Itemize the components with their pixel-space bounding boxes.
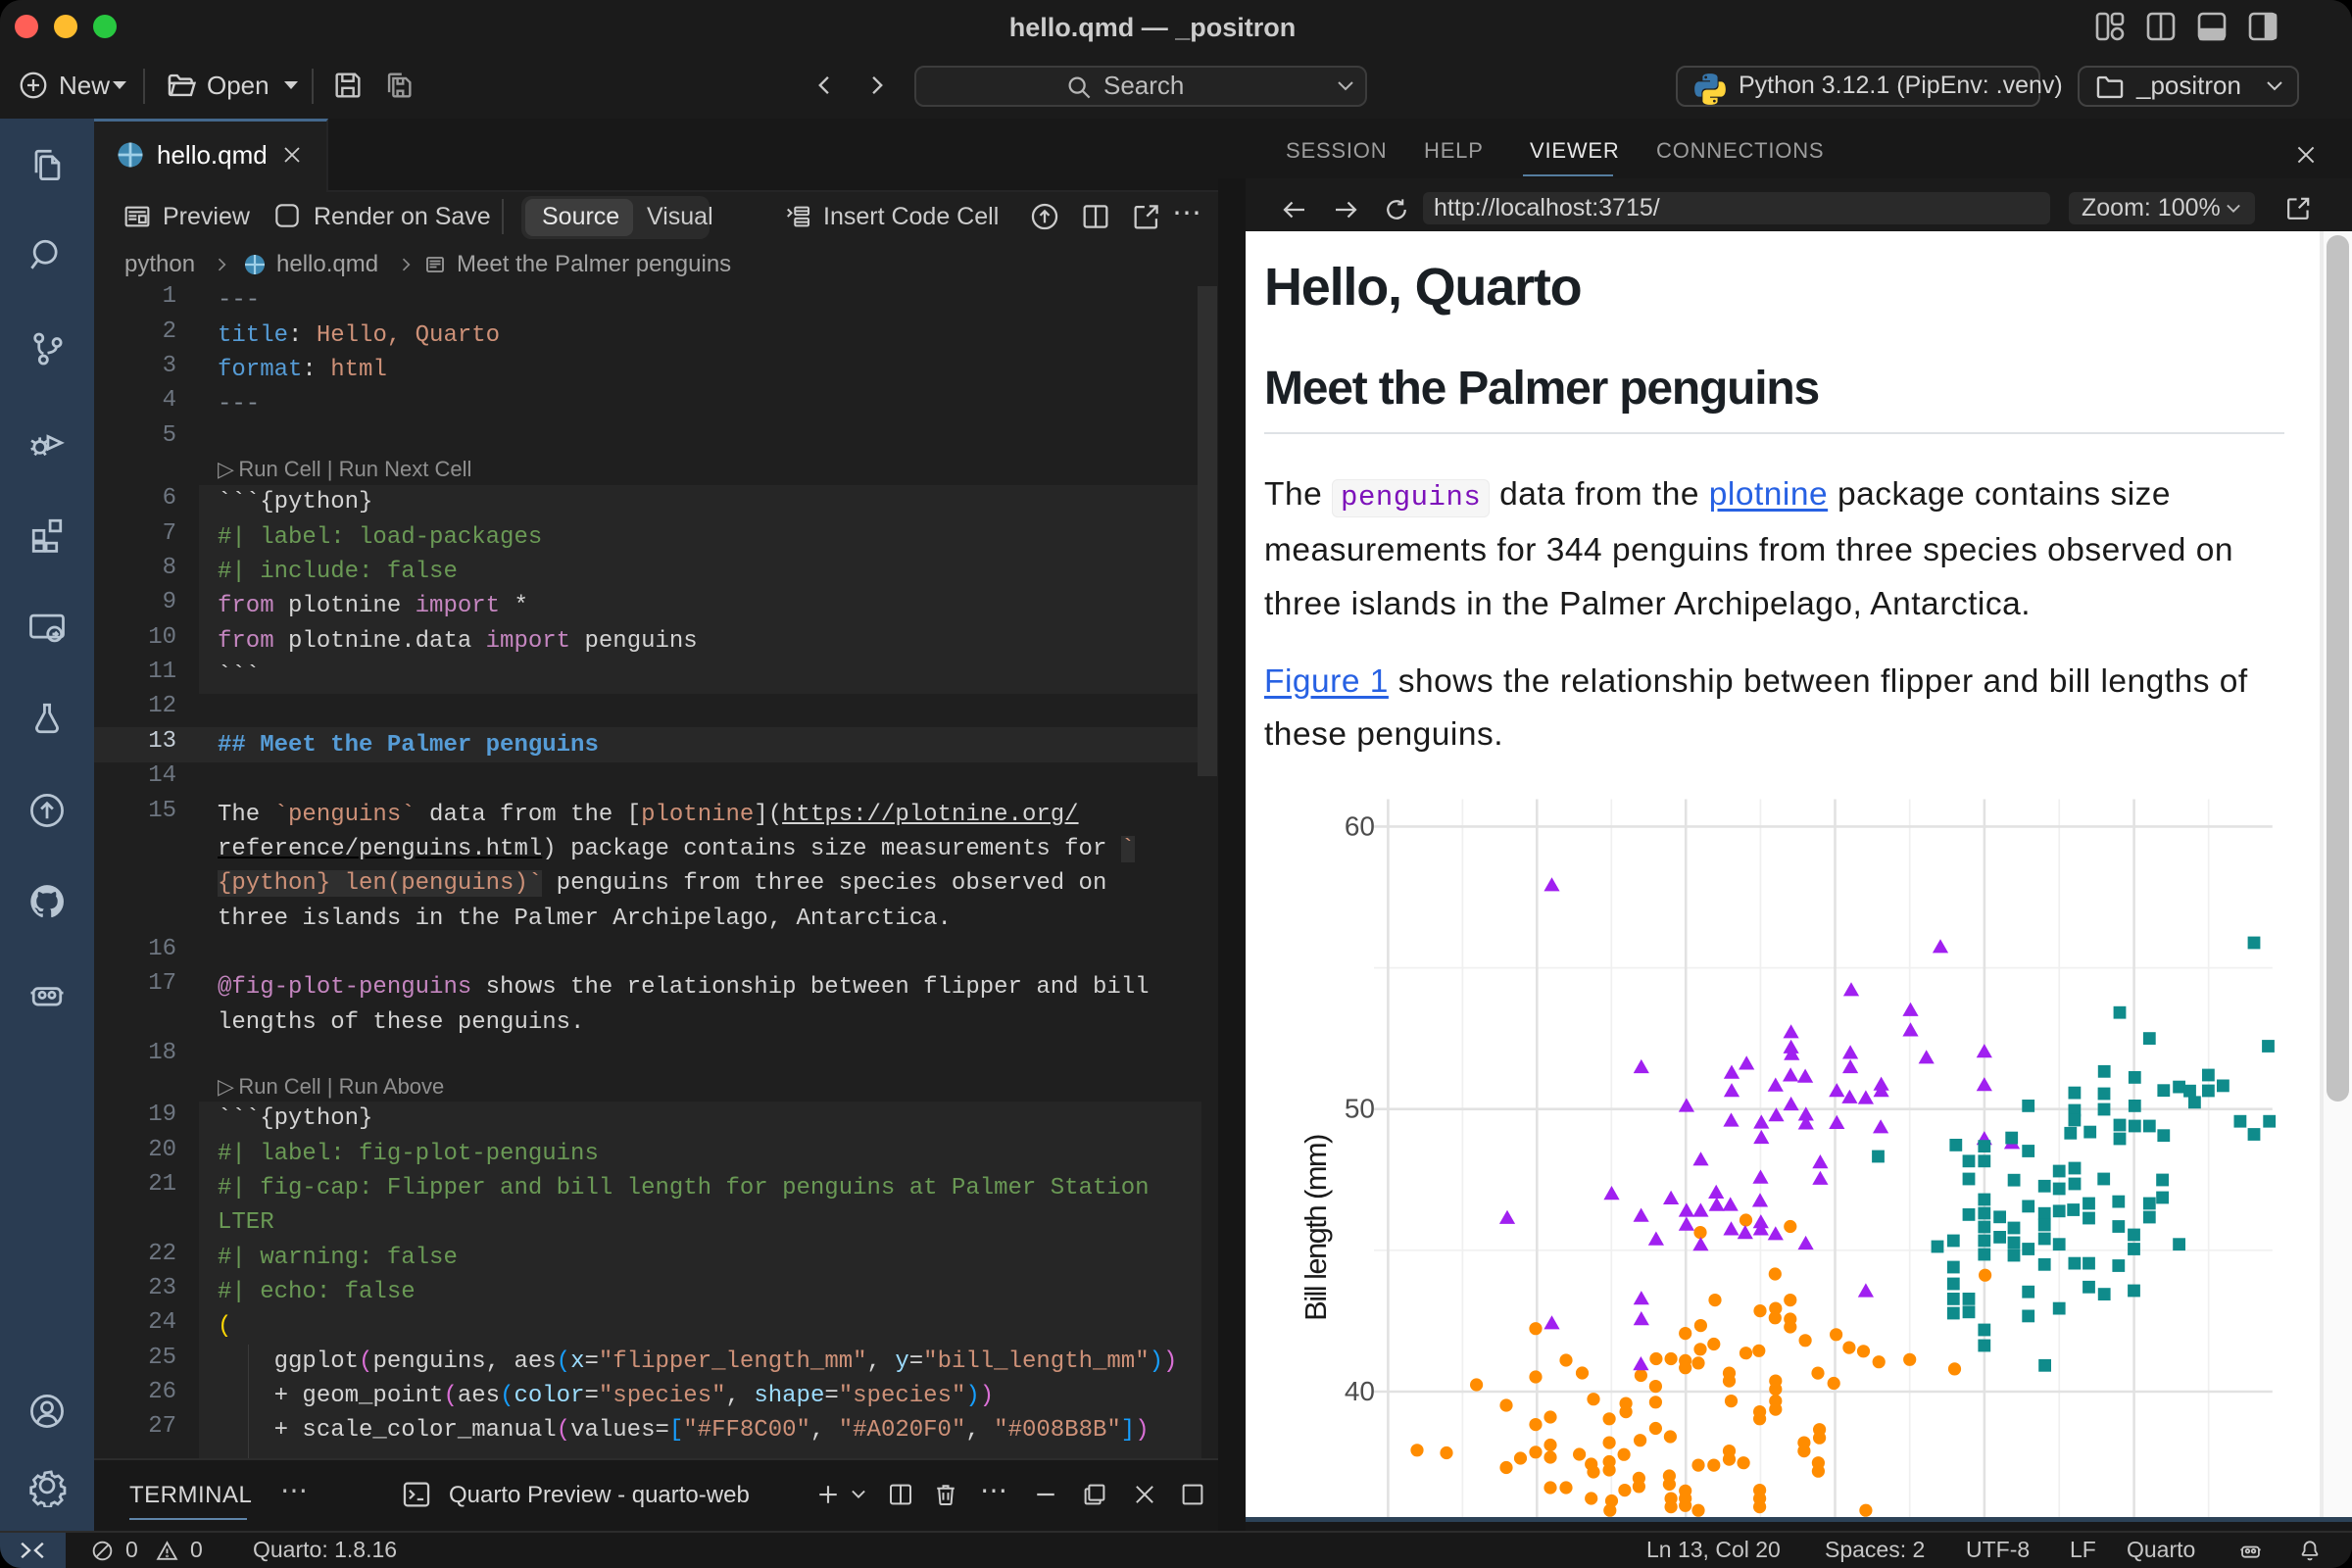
svg-text:60: 60: [1345, 810, 1375, 841]
svg-text:40: 40: [1345, 1376, 1375, 1406]
svg-text:Bill length (mm): Bill length (mm): [1298, 1135, 1333, 1321]
svg-text:50: 50: [1345, 1094, 1375, 1124]
